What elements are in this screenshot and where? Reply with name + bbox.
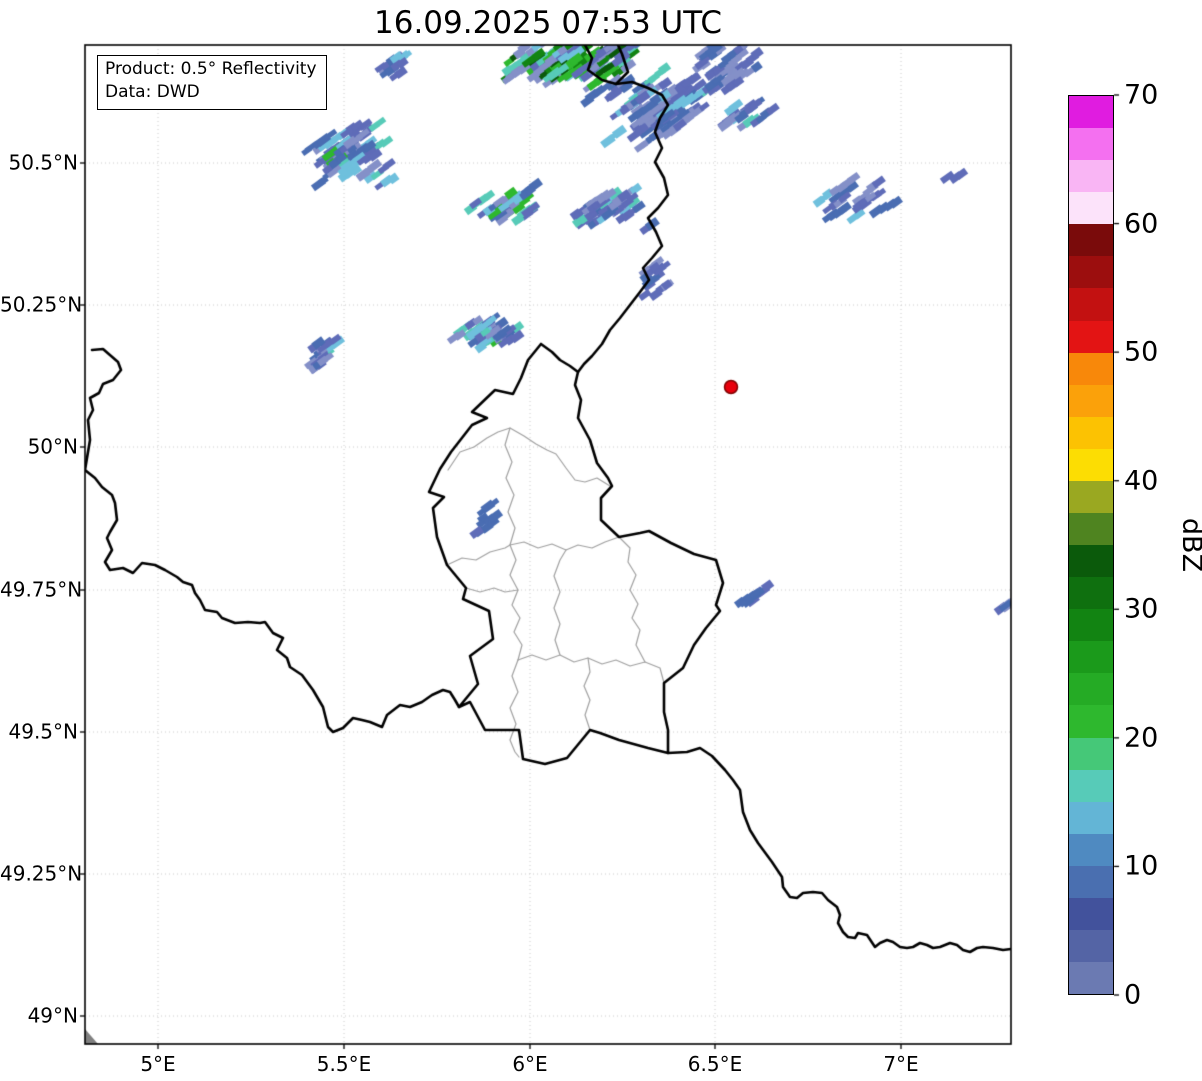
- colorbar-tick-label: 10: [1124, 851, 1158, 882]
- colorbar-segment: [1069, 962, 1113, 994]
- product-info-box: Product: 0.5° Reflectivity Data: DWD: [97, 55, 327, 110]
- colorbar-segment: [1069, 641, 1113, 673]
- y-tick-label: 50.25°N: [0, 293, 78, 317]
- colorbar-tick-label: 30: [1124, 594, 1158, 625]
- colorbar-segment: [1069, 224, 1113, 256]
- colorbar-segment: [1069, 385, 1113, 417]
- x-tick-label: 6.5°E: [688, 1052, 742, 1076]
- colorbar-segment: [1069, 160, 1113, 192]
- colorbar-segment: [1069, 128, 1113, 160]
- product-info-line1: Product: 0.5° Reflectivity: [105, 58, 317, 81]
- colorbar-segment: [1069, 577, 1113, 609]
- y-tick-label: 49.5°N: [0, 720, 78, 744]
- colorbar-tick-label: 40: [1124, 465, 1158, 496]
- colorbar-segment: [1069, 417, 1113, 449]
- radar-figure: 16.09.2025 07:53 UTC Product: 0.5° Refle…: [0, 0, 1202, 1081]
- colorbar-segment: [1069, 673, 1113, 705]
- y-tick-label: 49.25°N: [0, 862, 78, 886]
- figure-title: 16.09.2025 07:53 UTC: [85, 5, 1011, 41]
- y-tick-label: 50.5°N: [0, 151, 78, 175]
- colorbar-segment: [1069, 192, 1113, 224]
- y-tick-label: 49°N: [0, 1004, 78, 1028]
- colorbar-segment: [1069, 481, 1113, 513]
- radar-map-canvas: [0, 0, 1202, 1081]
- colorbar-axis-label: dBZ: [1176, 518, 1202, 572]
- colorbar-segment: [1069, 802, 1113, 834]
- colorbar-tick-label: 0: [1124, 980, 1141, 1011]
- colorbar-segment: [1069, 321, 1113, 353]
- colorbar-segment: [1069, 449, 1113, 481]
- colorbar-gradient: [1068, 95, 1114, 995]
- colorbar-segment: [1069, 834, 1113, 866]
- colorbar-segment: [1069, 256, 1113, 288]
- colorbar-tick-label: 20: [1124, 722, 1158, 753]
- y-tick-label: 49.75°N: [0, 578, 78, 602]
- colorbar-segment: [1069, 898, 1113, 930]
- x-tick-label: 6°E: [512, 1052, 547, 1076]
- product-info-line2: Data: DWD: [105, 81, 317, 104]
- colorbar-segment: [1069, 930, 1113, 962]
- colorbar-segment: [1069, 288, 1113, 320]
- colorbar-segment: [1069, 705, 1113, 737]
- colorbar-segment: [1069, 866, 1113, 898]
- x-tick-label: 5.5°E: [317, 1052, 371, 1076]
- colorbar-segment: [1069, 353, 1113, 385]
- colorbar-tick-label: 70: [1124, 80, 1158, 111]
- x-tick-label: 7°E: [883, 1052, 918, 1076]
- colorbar-tick-label: 60: [1124, 208, 1158, 239]
- colorbar-segment: [1069, 770, 1113, 802]
- x-tick-label: 5°E: [140, 1052, 175, 1076]
- colorbar-segment: [1069, 738, 1113, 770]
- colorbar-segment: [1069, 513, 1113, 545]
- colorbar-tick-label: 50: [1124, 337, 1158, 368]
- colorbar-segment: [1069, 545, 1113, 577]
- y-tick-label: 50°N: [0, 435, 78, 459]
- colorbar-segment: [1069, 96, 1113, 128]
- colorbar-segment: [1069, 609, 1113, 641]
